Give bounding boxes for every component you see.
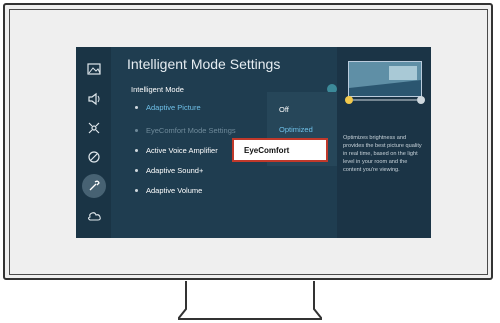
- menu-item-label: Intelligent Mode: [131, 84, 184, 94]
- tv-stand: [178, 281, 322, 320]
- broadcast-icon[interactable]: [82, 145, 106, 169]
- bullet-icon: [135, 188, 138, 192]
- menu-item-label: Adaptive Volume: [146, 185, 203, 195]
- menu-item-label: Adaptive Picture: [146, 102, 201, 112]
- menu-item-label: EyeComfort Mode Settings: [146, 125, 236, 135]
- connection-icon[interactable]: [82, 116, 106, 140]
- help-description: Optimizes brightness and provides the be…: [343, 135, 422, 173]
- page-title: Intelligent Mode Settings: [127, 56, 281, 72]
- help-panel: Optimizes brightness and provides the be…: [337, 47, 431, 238]
- bullet-icon: [135, 128, 138, 132]
- menu-item-label: Active Voice Amplifier: [146, 145, 218, 155]
- menu-item-label: Adaptive Sound+: [146, 165, 204, 175]
- cloud-icon[interactable]: [82, 204, 106, 228]
- dropdown-option-optimized[interactable]: Optimized: [279, 125, 313, 134]
- support-tools-icon[interactable]: [82, 174, 106, 198]
- bullet-icon: [135, 105, 138, 109]
- bullet-icon: [135, 148, 138, 152]
- brightness-slider-icon: [345, 96, 425, 104]
- bullet-icon: [135, 168, 138, 172]
- picture-icon[interactable]: [82, 57, 106, 81]
- sound-icon[interactable]: [82, 87, 106, 111]
- dropdown-option-off[interactable]: Off: [279, 105, 289, 114]
- menu-item-adaptive-volume[interactable]: Adaptive Volume: [135, 182, 365, 198]
- dropdown-option-eyecomfort[interactable]: EyeComfort: [232, 138, 328, 162]
- settings-sidebar: [76, 47, 111, 238]
